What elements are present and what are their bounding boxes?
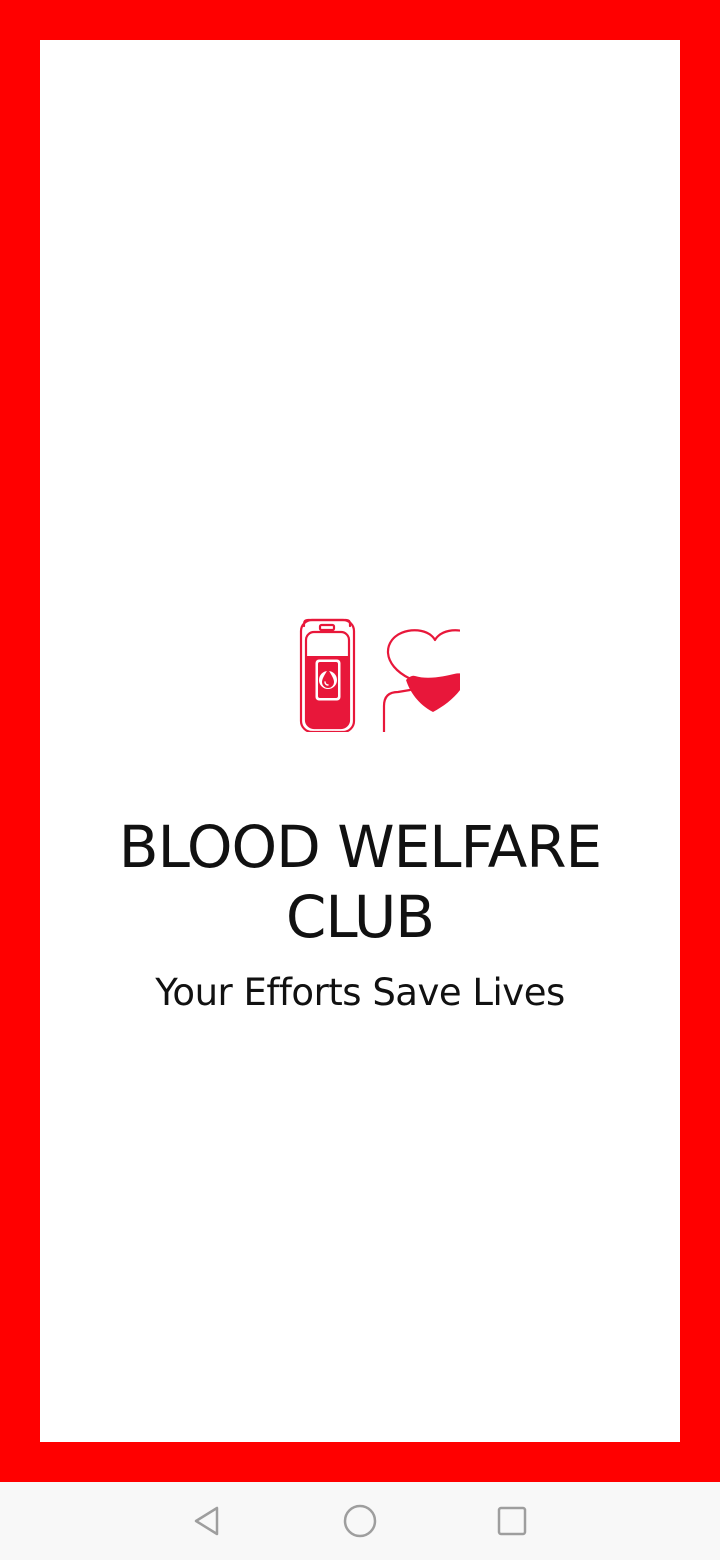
home-button[interactable] xyxy=(340,1501,380,1541)
app-tagline: Your Efforts Save Lives xyxy=(155,971,565,1014)
splash-card: BLOOD WELFARE CLUB Your Efforts Save Liv… xyxy=(40,40,680,1442)
system-navigation-bar xyxy=(0,1482,720,1560)
back-button[interactable] xyxy=(186,1501,226,1541)
back-icon xyxy=(194,1506,219,1536)
recents-button[interactable] xyxy=(492,1501,532,1541)
home-icon xyxy=(343,1504,377,1538)
app-title-line1: BLOOD WELFARE xyxy=(118,813,602,881)
red-frame: BLOOD WELFARE CLUB Your Efforts Save Liv… xyxy=(0,0,720,1482)
app-title: BLOOD WELFARE CLUB xyxy=(40,812,680,952)
recents-icon xyxy=(497,1506,527,1536)
app-title-line2: CLUB xyxy=(285,883,435,951)
blood-bag-heart-icon xyxy=(299,618,460,732)
